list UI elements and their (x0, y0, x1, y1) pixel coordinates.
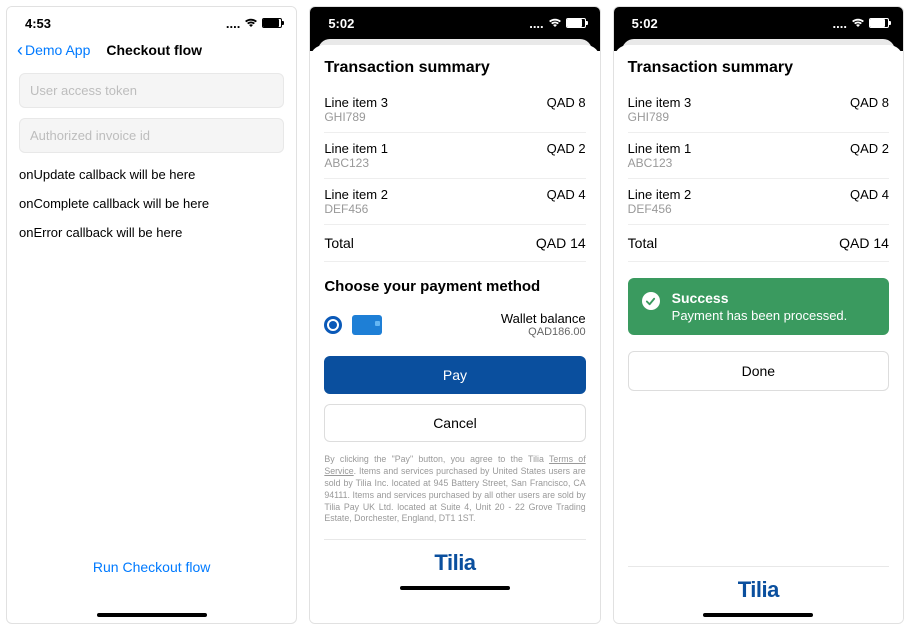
home-indicator[interactable] (703, 613, 813, 617)
battery-icon (262, 18, 282, 28)
total-label: Total (628, 235, 658, 251)
line-item: Line item 2 DEF456 QAD 4 (628, 179, 889, 225)
item-amount: QAD 2 (547, 141, 586, 170)
item-name: Line item 1 (324, 141, 388, 156)
payment-sheet: Transaction summary Line item 3 GHI789 Q… (310, 45, 599, 623)
line-item: Line item 1 ABC123 QAD 2 (628, 133, 889, 179)
line-item: Line item 2 DEF456 QAD 4 (324, 179, 585, 225)
check-circle-icon (642, 292, 660, 310)
status-bar: 5:02 .... (614, 7, 903, 35)
invoice-id-input[interactable]: Authorized invoice id (19, 118, 284, 153)
wifi-icon (851, 18, 865, 28)
item-code: ABC123 (628, 156, 692, 170)
screen-payment: 5:02 .... Transaction summary Line item … (309, 6, 600, 624)
onupdate-text: onUpdate callback will be here (19, 167, 284, 182)
screen-success: 5:02 .... Transaction summary Line item … (613, 6, 904, 624)
status-time: 4:53 (25, 16, 51, 31)
chevron-left-icon: ‹ (17, 41, 23, 59)
item-name: Line item 2 (324, 187, 388, 202)
item-amount: QAD 8 (547, 95, 586, 124)
wifi-icon (244, 18, 258, 28)
total-row: Total QAD 14 (628, 225, 889, 262)
legal-text: By clicking the "Pay" button, you agree … (324, 454, 585, 525)
total-amount: QAD 14 (536, 235, 586, 251)
wallet-amount: QAD186.00 (501, 326, 586, 338)
item-name: Line item 2 (628, 187, 692, 202)
screen-checkout-setup: 4:53 .... ‹ Demo App Checkout flow User … (6, 6, 297, 624)
wifi-icon (548, 18, 562, 28)
item-name: Line item 3 (628, 95, 692, 110)
brand-logo: Tilia (324, 540, 585, 582)
cancel-button[interactable]: Cancel (324, 404, 585, 442)
signal-icon: .... (529, 16, 543, 31)
total-label: Total (324, 235, 354, 251)
item-code: DEF456 (628, 202, 692, 216)
home-indicator[interactable] (97, 613, 207, 617)
oncomplete-text: onComplete callback will be here (19, 196, 284, 211)
home-indicator[interactable] (400, 586, 510, 590)
onerror-text: onError callback will be here (19, 225, 284, 240)
summary-title: Transaction summary (628, 59, 889, 77)
back-button[interactable]: ‹ Demo App (17, 41, 90, 59)
success-message: Payment has been processed. (672, 308, 848, 323)
item-amount: QAD 8 (850, 95, 889, 124)
radio-selected-icon[interactable] (324, 316, 342, 334)
item-amount: QAD 4 (547, 187, 586, 216)
item-amount: QAD 4 (850, 187, 889, 216)
status-time: 5:02 (328, 16, 354, 31)
status-icons: .... (226, 16, 282, 31)
run-checkout-button[interactable]: Run Checkout flow (19, 559, 284, 575)
item-code: DEF456 (324, 202, 388, 216)
user-token-input[interactable]: User access token (19, 73, 284, 108)
line-item: Line item 3 GHI789 QAD 8 (628, 87, 889, 133)
total-amount: QAD 14 (839, 235, 889, 251)
payment-method-wallet[interactable]: Wallet balance QAD186.00 (324, 307, 585, 352)
status-bar: 4:53 .... (7, 7, 296, 35)
back-label: Demo App (25, 42, 90, 58)
status-icons: .... (833, 16, 889, 31)
status-icons: .... (529, 16, 585, 31)
signal-icon: .... (833, 16, 847, 31)
item-code: GHI789 (628, 110, 692, 124)
status-time: 5:02 (632, 16, 658, 31)
item-code: GHI789 (324, 110, 388, 124)
success-sheet: Transaction summary Line item 3 GHI789 Q… (614, 45, 903, 623)
line-item: Line item 1 ABC123 QAD 2 (324, 133, 585, 179)
total-row: Total QAD 14 (324, 225, 585, 262)
wallet-icon (352, 315, 382, 335)
success-title: Success (672, 290, 848, 306)
content: User access token Authorized invoice id … (7, 65, 296, 609)
nav-header: ‹ Demo App Checkout flow (7, 35, 296, 65)
line-item: Line item 3 GHI789 QAD 8 (324, 87, 585, 133)
status-bar: 5:02 .... (310, 7, 599, 35)
battery-icon (869, 18, 889, 28)
pay-button[interactable]: Pay (324, 356, 585, 394)
item-name: Line item 3 (324, 95, 388, 110)
wallet-label: Wallet balance (501, 311, 586, 326)
item-name: Line item 1 (628, 141, 692, 156)
done-button[interactable]: Done (628, 351, 889, 391)
battery-icon (566, 18, 586, 28)
summary-title: Transaction summary (324, 59, 585, 77)
success-banner: Success Payment has been processed. (628, 278, 889, 335)
signal-icon: .... (226, 16, 240, 31)
brand-logo: Tilia (628, 567, 889, 609)
payment-method-title: Choose your payment method (324, 278, 585, 295)
item-code: ABC123 (324, 156, 388, 170)
item-amount: QAD 2 (850, 141, 889, 170)
page-title: Checkout flow (106, 42, 202, 58)
